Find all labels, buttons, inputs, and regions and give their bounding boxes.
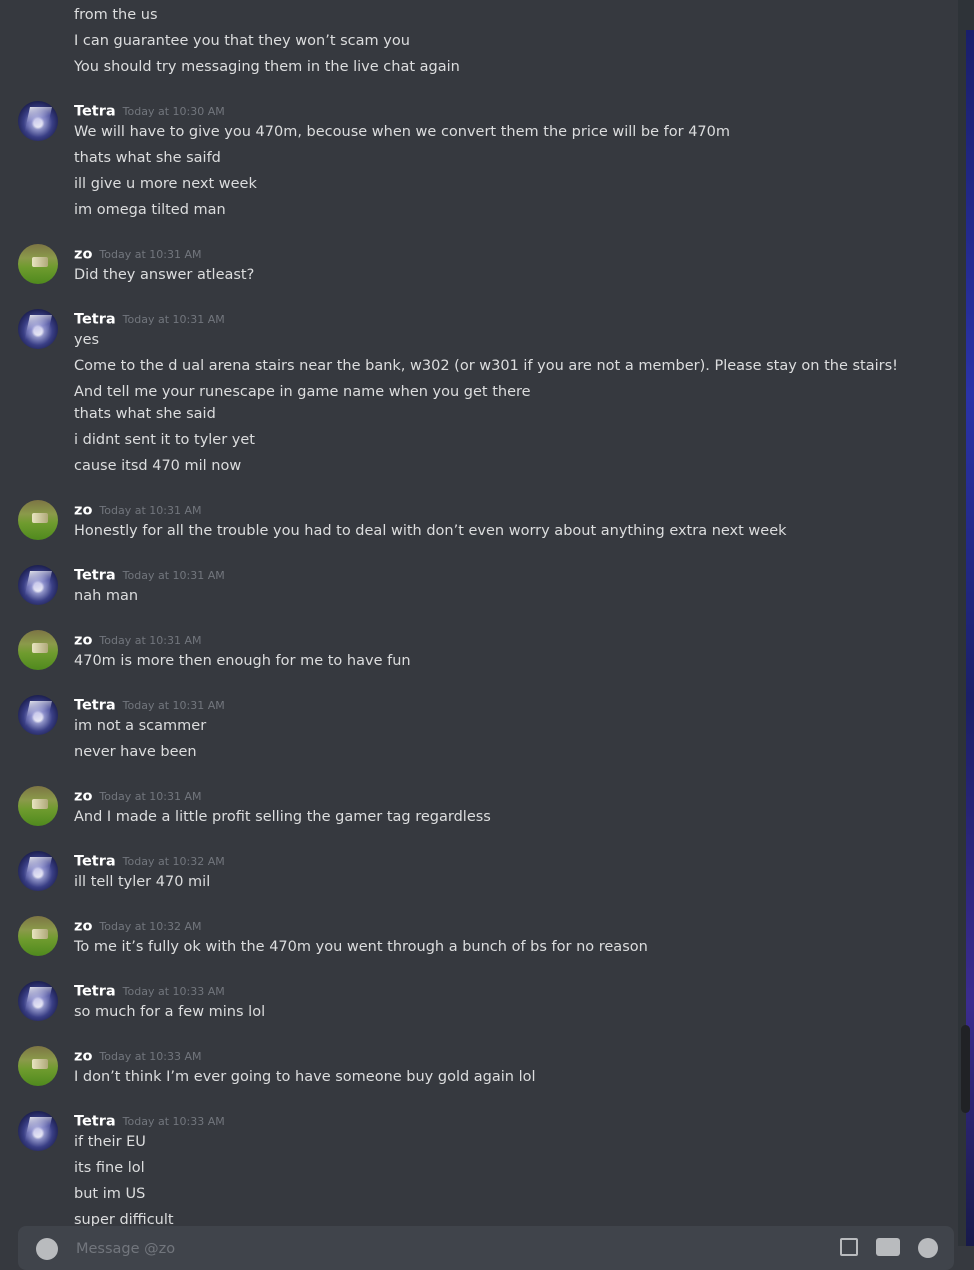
message-header: Tetra Today at 10:31 AM: [74, 695, 225, 715]
message-line: Did they answer atleast?: [74, 267, 255, 283]
message-line: You should try messaging them in the liv…: [74, 59, 460, 75]
avatar[interactable]: [18, 1046, 58, 1086]
username[interactable]: Tetra: [74, 104, 116, 120]
timestamp: Today at 10:31 AM: [122, 698, 225, 712]
message-header: zo Today at 10:31 AM: [74, 786, 201, 806]
timestamp: Today at 10:33 AM: [99, 1049, 202, 1063]
emoji-icon[interactable]: [918, 1238, 938, 1258]
avatar[interactable]: [18, 565, 58, 605]
message-line: I don’t think I’m ever going to have som…: [74, 1069, 536, 1085]
avatar[interactable]: [18, 309, 58, 349]
message-line: We will have to give you 470m, becouse w…: [74, 124, 730, 140]
avatar[interactable]: [18, 916, 58, 956]
message-line: if their EU: [74, 1134, 146, 1150]
timestamp: Today at 10:31 AM: [122, 568, 225, 582]
username[interactable]: Tetra: [74, 568, 116, 584]
plus-circle-icon[interactable]: [36, 1238, 58, 1260]
message-header: zo Today at 10:32 AM: [74, 916, 201, 936]
message-line: im not a scammer: [74, 718, 207, 734]
message-header: zo Today at 10:31 AM: [74, 500, 201, 520]
message-line: cause itsd 470 mil now: [74, 458, 242, 474]
avatar[interactable]: [18, 1111, 58, 1151]
gif-icon[interactable]: [876, 1238, 900, 1256]
avatar[interactable]: [18, 851, 58, 891]
message-input[interactable]: [74, 1236, 778, 1262]
message-line: To me it’s fully ok with the 470m you we…: [74, 939, 648, 955]
message-line: Honestly for all the trouble you had to …: [74, 523, 787, 539]
message-line: its fine lol: [74, 1160, 145, 1176]
message-line: nah man: [74, 588, 139, 604]
message-header: Tetra Today at 10:32 AM: [74, 851, 225, 871]
message-line: Come to the d ual arena stairs near the …: [74, 358, 898, 400]
message-line: And I made a little profit selling the g…: [74, 809, 491, 825]
message-line: so much for a few mins lol: [74, 1004, 266, 1020]
avatar[interactable]: [18, 786, 58, 826]
message-line: but im US: [74, 1186, 146, 1202]
timestamp: Today at 10:31 AM: [99, 633, 202, 647]
timestamp: Today at 10:31 AM: [122, 312, 225, 326]
message-header: zo Today at 10:33 AM: [74, 1046, 201, 1066]
username[interactable]: Tetra: [74, 1114, 116, 1130]
avatar[interactable]: [18, 500, 58, 540]
message-line: I can guarantee you that they won’t scam…: [74, 33, 410, 49]
avatar[interactable]: [18, 981, 58, 1021]
avatar[interactable]: [18, 244, 58, 284]
timestamp: Today at 10:30 AM: [122, 104, 225, 118]
message-line: 470m is more then enough for me to have …: [74, 653, 411, 669]
username[interactable]: Tetra: [74, 312, 116, 328]
message-header: Tetra Today at 10:31 AM: [74, 565, 225, 585]
scrollbar-thumb[interactable]: [961, 1025, 970, 1113]
timestamp: Today at 10:33 AM: [122, 1114, 225, 1128]
username[interactable]: Tetra: [74, 984, 116, 1000]
message-header: Tetra Today at 10:31 AM: [74, 309, 225, 329]
avatar[interactable]: [18, 695, 58, 735]
message-line: thats what she saifd: [74, 150, 221, 166]
timestamp: Today at 10:31 AM: [99, 247, 202, 261]
avatar[interactable]: [18, 630, 58, 670]
message-line: ill give u more next week: [74, 176, 257, 192]
message-header: Tetra Today at 10:30 AM: [74, 101, 225, 121]
timestamp: Today at 10:31 AM: [99, 789, 202, 803]
timestamp: Today at 10:33 AM: [122, 984, 225, 998]
message-line: im omega tilted man: [74, 202, 226, 218]
message-header: Tetra Today at 10:33 AM: [74, 1111, 225, 1131]
chat-messages: from the us I can guarantee you that the…: [0, 0, 958, 1246]
message-composer: [18, 1226, 954, 1270]
timestamp: Today at 10:32 AM: [122, 854, 225, 868]
timestamp: Today at 10:32 AM: [99, 919, 202, 933]
username[interactable]: Tetra: [74, 698, 116, 714]
message-header: Tetra Today at 10:33 AM: [74, 981, 225, 1001]
username[interactable]: zo: [74, 919, 92, 935]
message-header: zo Today at 10:31 AM: [74, 630, 201, 650]
avatar[interactable]: [18, 101, 58, 141]
username[interactable]: zo: [74, 1049, 92, 1065]
message-header: zo Today at 10:31 AM: [74, 244, 201, 264]
message-line: yes: [74, 332, 100, 348]
message-line: thats what she said: [74, 406, 216, 422]
message-line: from the us: [74, 7, 158, 23]
gift-icon[interactable]: [840, 1238, 858, 1256]
username[interactable]: Tetra: [74, 854, 116, 870]
username[interactable]: zo: [74, 247, 92, 263]
timestamp: Today at 10:31 AM: [99, 503, 202, 517]
username[interactable]: zo: [74, 789, 92, 805]
username[interactable]: zo: [74, 633, 92, 649]
message-line: ill tell tyler 470 mil: [74, 874, 211, 890]
message-line: i didnt sent it to tyler yet: [74, 432, 255, 448]
message-line: never have been: [74, 744, 197, 760]
username[interactable]: zo: [74, 503, 92, 519]
